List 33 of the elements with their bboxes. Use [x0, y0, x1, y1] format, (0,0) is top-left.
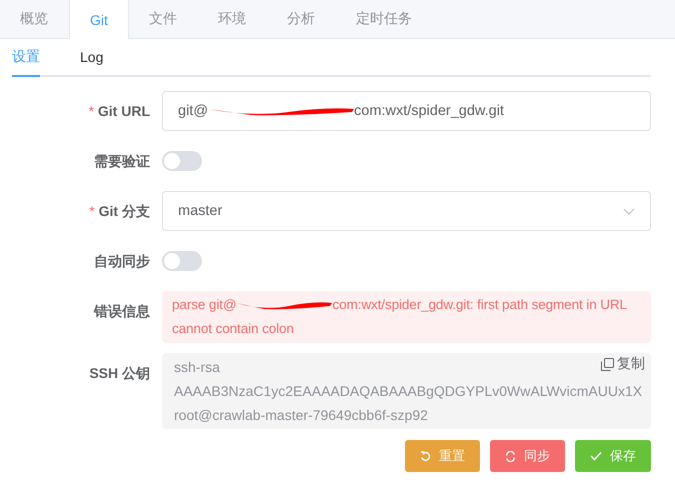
ssh-key-line: AAAAB3NzaC1yc2EAAAADAQABAAABgQDGYPLv0WwALWvicmAUUx1X	[174, 382, 642, 401]
tab[interactable]: 文件	[128, 0, 198, 38]
save-button[interactable]: 保存	[575, 440, 651, 472]
sync-icon	[505, 450, 516, 462]
required-mark: *	[89, 203, 95, 219]
required-mark: *	[88, 103, 94, 119]
tab[interactable]: 分析	[266, 0, 336, 38]
branch-select[interactable]: master	[162, 191, 651, 231]
error-message: parse git@ com:wxt/spider_gdw.git: first path segment in URL cannot contain colon	[162, 291, 651, 343]
field-label: 错误信息	[92, 302, 151, 321]
ssh-key-line: root@crawlab-master-79649cbb6f-szp92	[174, 406, 428, 425]
chevron-down-icon	[623, 208, 635, 214]
toggle-switch[interactable]	[162, 151, 202, 171]
field-label: 自动同步	[93, 252, 151, 271]
sub-tab[interactable]: Log	[80, 39, 104, 77]
toggle-switch[interactable]	[162, 251, 202, 271]
ssh-key-line: ssh-rsa	[174, 358, 220, 377]
git-url-field[interactable]: git@ com:wxt/spider_gdw.git	[162, 91, 651, 131]
field-label: * Git 分支	[88, 202, 151, 221]
copy-icon	[601, 358, 614, 370]
copy-button[interactable]: 复制	[601, 355, 645, 373]
sync-button[interactable]: 同步	[490, 440, 565, 472]
field-label: * Git URL	[87, 102, 151, 121]
tab[interactable]: 环境	[198, 0, 267, 38]
tab[interactable]: 定时任务	[336, 0, 433, 38]
field-label: SSH 公钥	[88, 364, 151, 383]
tab[interactable]: Git	[69, 0, 129, 39]
reset-button[interactable]: 重置	[405, 440, 480, 472]
refresh-icon	[420, 450, 431, 462]
check-icon	[590, 451, 602, 461]
sub-tab[interactable]: 设置	[12, 39, 40, 77]
tab[interactable]: 概览	[0, 0, 69, 38]
field-label: 需要验证	[93, 152, 151, 171]
